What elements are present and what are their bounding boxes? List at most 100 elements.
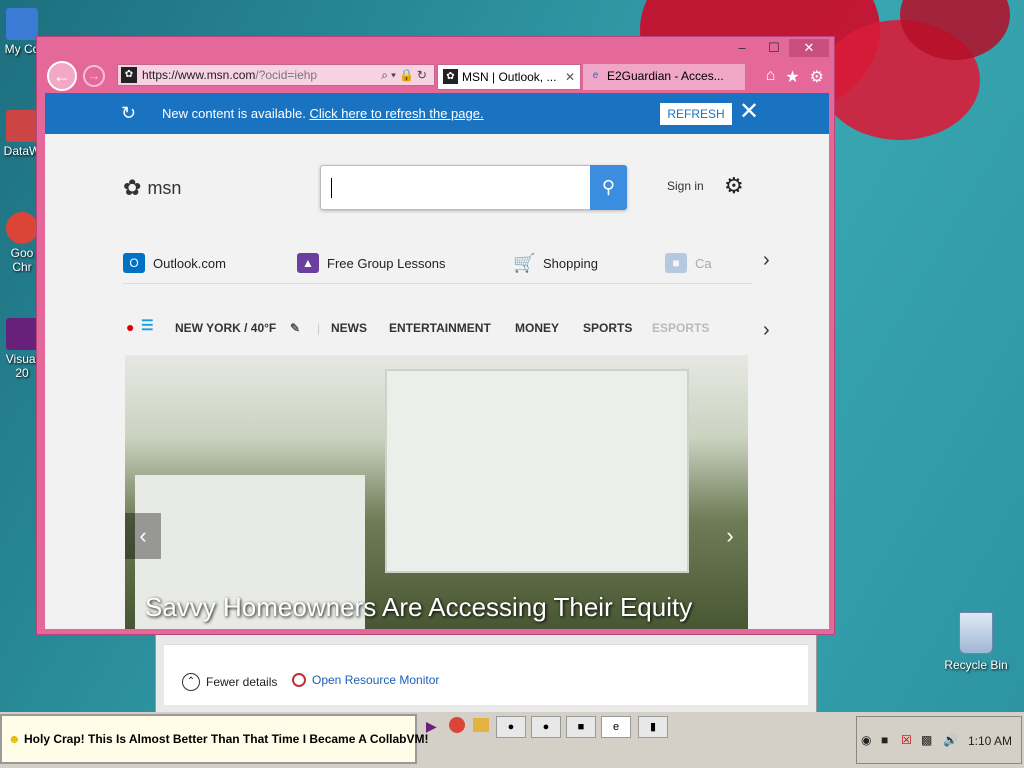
tab-e2guardian[interactable]: e E2Guardian - Acces... bbox=[583, 64, 745, 90]
recycle-bin-icon bbox=[959, 612, 993, 654]
address-tools-icons[interactable]: ⌕▾🔒↻ bbox=[381, 65, 430, 85]
tray-volume-icon[interactable]: 🔊 bbox=[943, 733, 958, 747]
fewer-details-label: Fewer details bbox=[206, 675, 278, 689]
house-image bbox=[385, 369, 689, 573]
chevron-up-icon: ⌃ bbox=[182, 673, 200, 691]
minimize-button[interactable]: – bbox=[727, 39, 757, 57]
back-button[interactable]: ← bbox=[47, 61, 77, 91]
alert-icon: ● bbox=[126, 319, 135, 335]
category-sports[interactable]: SPORTS bbox=[583, 321, 632, 335]
ie-favicon-icon: e bbox=[592, 70, 599, 81]
msn-favicon-icon: ✿ bbox=[443, 69, 458, 84]
tray-network-icon[interactable]: ☒ bbox=[901, 733, 912, 747]
weather-location[interactable]: NEW YORK / 40°F bbox=[175, 321, 276, 335]
visual-studio-icon bbox=[6, 318, 38, 350]
internet-explorer-window: – ☐ ✕ ← → ✿ https://www.msn.com/?ocid=ie… bbox=[36, 36, 835, 635]
quick-links: O Outlook.com ▲ Free Group Lessons 🛒 Sho… bbox=[123, 243, 753, 284]
chevron-right-icon[interactable]: › bbox=[763, 319, 770, 342]
quick-link-shopping[interactable]: 🛒 Shopping bbox=[513, 253, 598, 273]
home-icon[interactable]: ⌂ bbox=[766, 67, 776, 87]
search-button[interactable]: ⚲ bbox=[590, 165, 627, 210]
refresh-icon: ↻ bbox=[121, 103, 137, 123]
chevron-right-icon[interactable]: › bbox=[763, 249, 770, 272]
msn-logo[interactable]: ✿ msn bbox=[123, 175, 181, 201]
quick-link-outlook[interactable]: O Outlook.com bbox=[123, 253, 226, 273]
clock[interactable]: 1:10 AM bbox=[968, 734, 1012, 748]
tab-msn[interactable]: ✿ MSN | Outlook, ... ✕ bbox=[437, 64, 581, 90]
carousel-next-icon[interactable]: › bbox=[712, 513, 748, 559]
hero-carousel[interactable]: ‹ › Savvy Homeowners Are Accessing Their… bbox=[125, 355, 748, 629]
refresh-link[interactable]: Click here to refresh the page. bbox=[309, 106, 483, 121]
data-icon bbox=[6, 110, 38, 142]
category-esports[interactable]: ESPORTS bbox=[652, 321, 709, 335]
logo-text: msn bbox=[147, 177, 182, 198]
shopping-cart-icon: 🛒 bbox=[513, 253, 536, 273]
settings-icon[interactable]: ⚙ bbox=[724, 173, 744, 199]
chrome-taskbar-icon[interactable] bbox=[449, 717, 465, 733]
maximize-button[interactable]: ☐ bbox=[759, 39, 789, 57]
close-tab-icon[interactable]: ✕ bbox=[565, 65, 575, 89]
quick-link-label: Outlook.com bbox=[153, 255, 226, 271]
visual-studio-taskbar-icon[interactable]: ▶ bbox=[426, 718, 437, 735]
address-host: https://www.msn.com bbox=[142, 68, 256, 82]
taskbar-app-2-icon[interactable]: ● bbox=[531, 716, 561, 738]
taskbar: ☻ Holy Crap! This Is Almost Better Than … bbox=[0, 712, 1024, 768]
close-window-button[interactable]: ✕ bbox=[789, 39, 829, 57]
notification-message: New content is available. Click here to … bbox=[162, 106, 484, 121]
category-entertainment[interactable]: ENTERTAINMENT bbox=[389, 321, 491, 335]
quick-link-free-group-lessons[interactable]: ▲ Free Group Lessons bbox=[297, 253, 446, 273]
chrome-icon bbox=[6, 212, 38, 244]
command-prompt-taskbar-icon[interactable]: ▮ bbox=[638, 716, 668, 738]
quick-link-label: Free Group Lessons bbox=[327, 255, 446, 271]
navigation-bar: ← → ✿ https://www.msn.com/?ocid=iehp ⌕▾🔒… bbox=[43, 61, 830, 93]
internet-explorer-taskbar-icon[interactable]: e bbox=[601, 716, 631, 738]
desktop-icon-label: Visual 20 bbox=[5, 352, 39, 380]
collabvm-banner: ☻ Holy Crap! This Is Almost Better Than … bbox=[0, 714, 429, 764]
file-explorer-taskbar-icon[interactable] bbox=[473, 718, 489, 732]
fewer-details-button[interactable]: ⌃ Fewer details bbox=[182, 673, 277, 691]
rain-icon: ☰ bbox=[141, 317, 154, 333]
msn-favicon-icon: ✿ bbox=[121, 67, 137, 83]
address-bar[interactable]: ✿ https://www.msn.com/?ocid=iehp ⌕▾🔒↻ bbox=[117, 64, 435, 86]
quick-link-cars[interactable]: ■ Ca bbox=[665, 253, 712, 273]
tray-status-icon[interactable]: ◉ bbox=[861, 733, 871, 747]
quick-link-label: Shopping bbox=[543, 255, 598, 271]
category-money[interactable]: MONEY bbox=[515, 321, 559, 335]
car-icon: ■ bbox=[665, 253, 687, 273]
open-resource-monitor-label: Open Resource Monitor bbox=[312, 673, 440, 687]
refresh-button[interactable]: REFRESH bbox=[660, 103, 732, 125]
system-tray: ◉ ■ ☒ ▩ 🔊 1:10 AM bbox=[856, 716, 1022, 764]
edit-pencil-icon[interactable]: ✎ bbox=[290, 321, 300, 335]
smiley-icon: ☻ bbox=[8, 732, 21, 746]
desktop-icon-label: DataW bbox=[3, 144, 41, 158]
open-resource-monitor-link[interactable]: Open Resource Monitor bbox=[292, 673, 439, 687]
quick-link-label: Ca bbox=[695, 255, 712, 271]
favorites-icon[interactable]: ★ bbox=[785, 67, 799, 87]
address-path: /?ocid=iehp bbox=[255, 68, 318, 82]
settings-gear-icon[interactable]: ⚙ bbox=[810, 67, 824, 87]
forward-button[interactable]: → bbox=[83, 65, 105, 87]
category-news[interactable]: NEWS bbox=[331, 321, 367, 335]
task-manager-footer: ⌃ Fewer details Open Resource Monitor bbox=[164, 644, 808, 705]
taskbar-app-3-icon[interactable]: ■ bbox=[566, 716, 596, 738]
desktop-icon-label: Goo Chr bbox=[10, 246, 34, 274]
search-input[interactable]: ⚲ bbox=[320, 165, 627, 210]
taskbar-app-1-icon[interactable]: ● bbox=[496, 716, 526, 738]
search-icon: ⚲ bbox=[601, 177, 616, 197]
recycle-bin-label: Recycle Bin bbox=[944, 658, 1008, 672]
toolbar-icons: ⌂ ★ ⚙ bbox=[766, 67, 824, 87]
carousel-prev-icon[interactable]: ‹ bbox=[125, 513, 161, 559]
divider: | bbox=[317, 321, 321, 335]
desktop-icon-label: My Co bbox=[4, 42, 40, 56]
sign-in-link[interactable]: Sign in bbox=[667, 179, 704, 193]
close-notification-icon[interactable]: ✕ bbox=[739, 99, 759, 125]
hero-caption[interactable]: Savvy Homeowners Are Accessing Their Equ… bbox=[145, 592, 692, 623]
text-caret bbox=[331, 178, 332, 198]
tab-label: E2Guardian - Acces... bbox=[607, 69, 724, 83]
outlook-icon: O bbox=[123, 253, 145, 273]
recycle-bin[interactable]: Recycle Bin bbox=[942, 612, 1010, 672]
tray-stop-icon[interactable]: ■ bbox=[881, 733, 888, 747]
computer-icon bbox=[6, 8, 38, 40]
category-bar: ● ☰ NEW YORK / 40°F ✎ | NEWS ENTERTAINME… bbox=[123, 315, 763, 341]
tray-monitor-icon[interactable]: ▩ bbox=[921, 733, 932, 747]
